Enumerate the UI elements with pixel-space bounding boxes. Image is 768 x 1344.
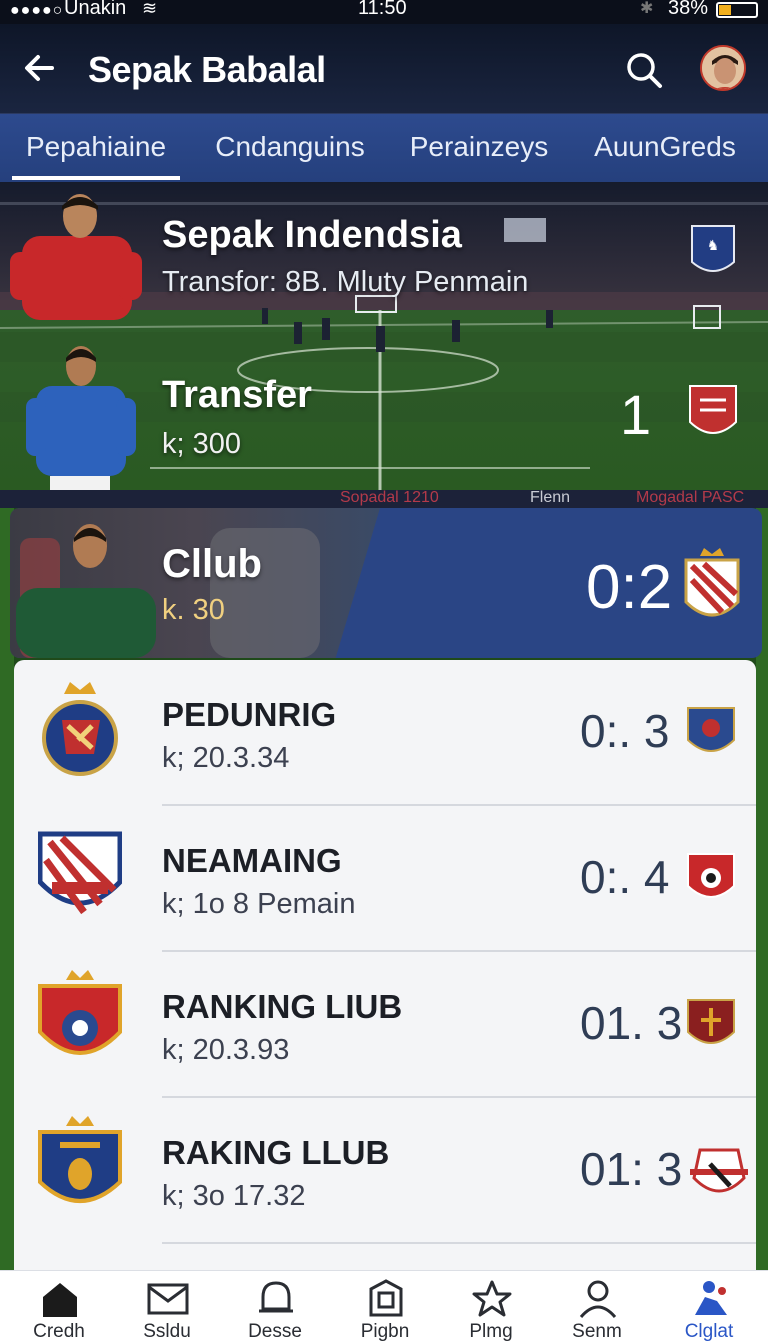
hero-crest-blue: ♞	[691, 225, 735, 272]
club-meta: k; 20.3.34	[162, 742, 290, 774]
strip-text-2: Flenn	[530, 490, 571, 506]
nav-label: Ssldu	[143, 1321, 191, 1342]
app-header: Sepak Babalal	[0, 24, 768, 114]
page-title: Sepak Babalal	[88, 49, 326, 90]
hero-crest-red	[689, 385, 737, 434]
club-score: 01. 3	[580, 997, 683, 1049]
user-avatar-icon	[702, 47, 744, 89]
hero-transfer-label: Transfer	[162, 374, 312, 416]
signal-icon: ●●●●○	[10, 2, 64, 19]
opponent-crest-icon	[687, 707, 735, 752]
club-badge-icon	[42, 682, 118, 776]
hero-transfer-value: k; 300	[162, 428, 241, 460]
nav-desse[interactable]: Desse	[220, 1271, 330, 1344]
search-button[interactable]	[622, 48, 666, 92]
nav-label: Desse	[248, 1321, 302, 1342]
star-icon	[472, 1280, 512, 1317]
nav-label: Clglat	[684, 1321, 734, 1342]
hero-banner[interactable]: ♞ Sepak Indendsia Transfor: 8B. Mluty Pe…	[0, 182, 768, 490]
ad-banner-strip: Sopadal 1210 Flenn Mogadal PASC	[0, 490, 768, 508]
arrow-left-icon	[25, 55, 54, 81]
club-name: PEDUNRIG	[162, 696, 337, 733]
list-item[interactable]: RANKING LIUB k; 20.3.93 01. 3	[14, 952, 756, 1098]
nav-label: Senm	[572, 1321, 622, 1342]
hero-subtitle: Transfor: 8B. Mluty Penmain	[162, 266, 529, 298]
row-divider	[162, 1242, 756, 1244]
bottom-navigation: Credh Ssldu Desse Pigbn Plmg Senm Clglat	[0, 1270, 768, 1344]
back-button[interactable]	[18, 46, 62, 90]
nav-plmg[interactable]: Plmg	[436, 1271, 546, 1344]
club-score: 01: 3	[580, 1143, 683, 1195]
person-icon	[579, 1280, 617, 1319]
featured-crest-icon	[684, 548, 740, 617]
nav-ssldu[interactable]: Ssldu	[112, 1271, 222, 1344]
featured-score: 0:2	[586, 553, 673, 622]
shield-icon	[369, 1279, 403, 1317]
nav-label: Pigbn	[360, 1321, 410, 1342]
player-icon	[695, 1281, 727, 1315]
list-item[interactable]: RAKING LLUB k; 3o 17.32 01: 3	[14, 1098, 756, 1244]
nav-label: Plmg	[469, 1321, 513, 1342]
club-badge-icon	[38, 970, 122, 1055]
opponent-crest-icon	[687, 999, 735, 1044]
tab-pepahiaine[interactable]: Pepahiaine	[12, 114, 180, 182]
strip-text-3: Mogadal PASC	[636, 490, 745, 506]
club-meta: k; 20.3.93	[162, 1034, 290, 1066]
carrier-name: Unakin	[64, 0, 127, 19]
club-name: RANKING LIUB	[162, 988, 403, 1025]
hero-title: Sepak Indendsia	[162, 214, 462, 256]
nav-clglat[interactable]: Clglat	[654, 1271, 764, 1344]
club-name: RAKING LLUB	[162, 1134, 390, 1171]
tab-bar: Pepahiaine Cndanguins Perainzeys AuunGre…	[0, 114, 768, 182]
wifi-icon: ≋	[142, 0, 158, 18]
nav-senm[interactable]: Senm	[542, 1271, 652, 1344]
featured-club-card[interactable]: Cllub k. 30 0:2	[10, 508, 762, 658]
nav-credh[interactable]: Credh	[4, 1271, 114, 1344]
list-item[interactable]: PEDUNRIG k; 20.3.34 0:. 3	[14, 660, 756, 806]
tab-perainzeys[interactable]: Perainzeys	[404, 114, 554, 182]
tab-auungreds[interactable]: AuunGreds	[590, 114, 740, 182]
club-name: NEAMAING	[162, 842, 342, 879]
club-score: 0:. 3	[580, 705, 670, 757]
club-meta: k; 3o 17.32	[162, 1180, 306, 1212]
bluetooth-icon: ✱	[640, 0, 654, 17]
search-icon	[627, 53, 662, 88]
club-ranking-list: PEDUNRIG k; 20.3.34 0:. 3 NEAMAING k; 1o…	[14, 660, 756, 1272]
opponent-crest-icon	[690, 1148, 748, 1193]
status-bar: ●●●●○ Unakin ≋ 11:50 ✱ 38%	[0, 0, 768, 24]
battery-icon	[716, 2, 758, 18]
nav-pigbn[interactable]: Pigbn	[330, 1271, 440, 1344]
strip-text-1: Sopadal 1210	[340, 490, 439, 506]
club-badge-icon	[38, 831, 122, 915]
bell-icon	[259, 1281, 293, 1313]
battery-percent: 38%	[668, 0, 709, 19]
club-meta: k; 1o 8 Pemain	[162, 888, 356, 920]
svg-text:♞: ♞	[707, 237, 720, 253]
list-item[interactable]: NEAMAING k; 1o 8 Pemain 0:. 4	[14, 806, 756, 952]
opponent-crest-icon	[687, 853, 735, 898]
tab-cndanguins[interactable]: Cndanguins	[210, 114, 370, 182]
club-badge-icon	[38, 1116, 122, 1203]
app-root: ●●●●○ Unakin ≋ 11:50 ✱ 38% Sepak Babalal	[0, 0, 768, 1344]
nav-label: Credh	[33, 1321, 85, 1342]
featured-club-value: k. 30	[162, 594, 225, 626]
mail-icon	[147, 1283, 189, 1315]
avatar[interactable]	[700, 45, 746, 91]
featured-club-label: Cllub	[162, 542, 262, 586]
hero-score: 1	[620, 383, 652, 446]
clock: 11:50	[358, 0, 407, 19]
club-score: 0:. 4	[580, 851, 670, 903]
home-icon	[43, 1283, 77, 1317]
